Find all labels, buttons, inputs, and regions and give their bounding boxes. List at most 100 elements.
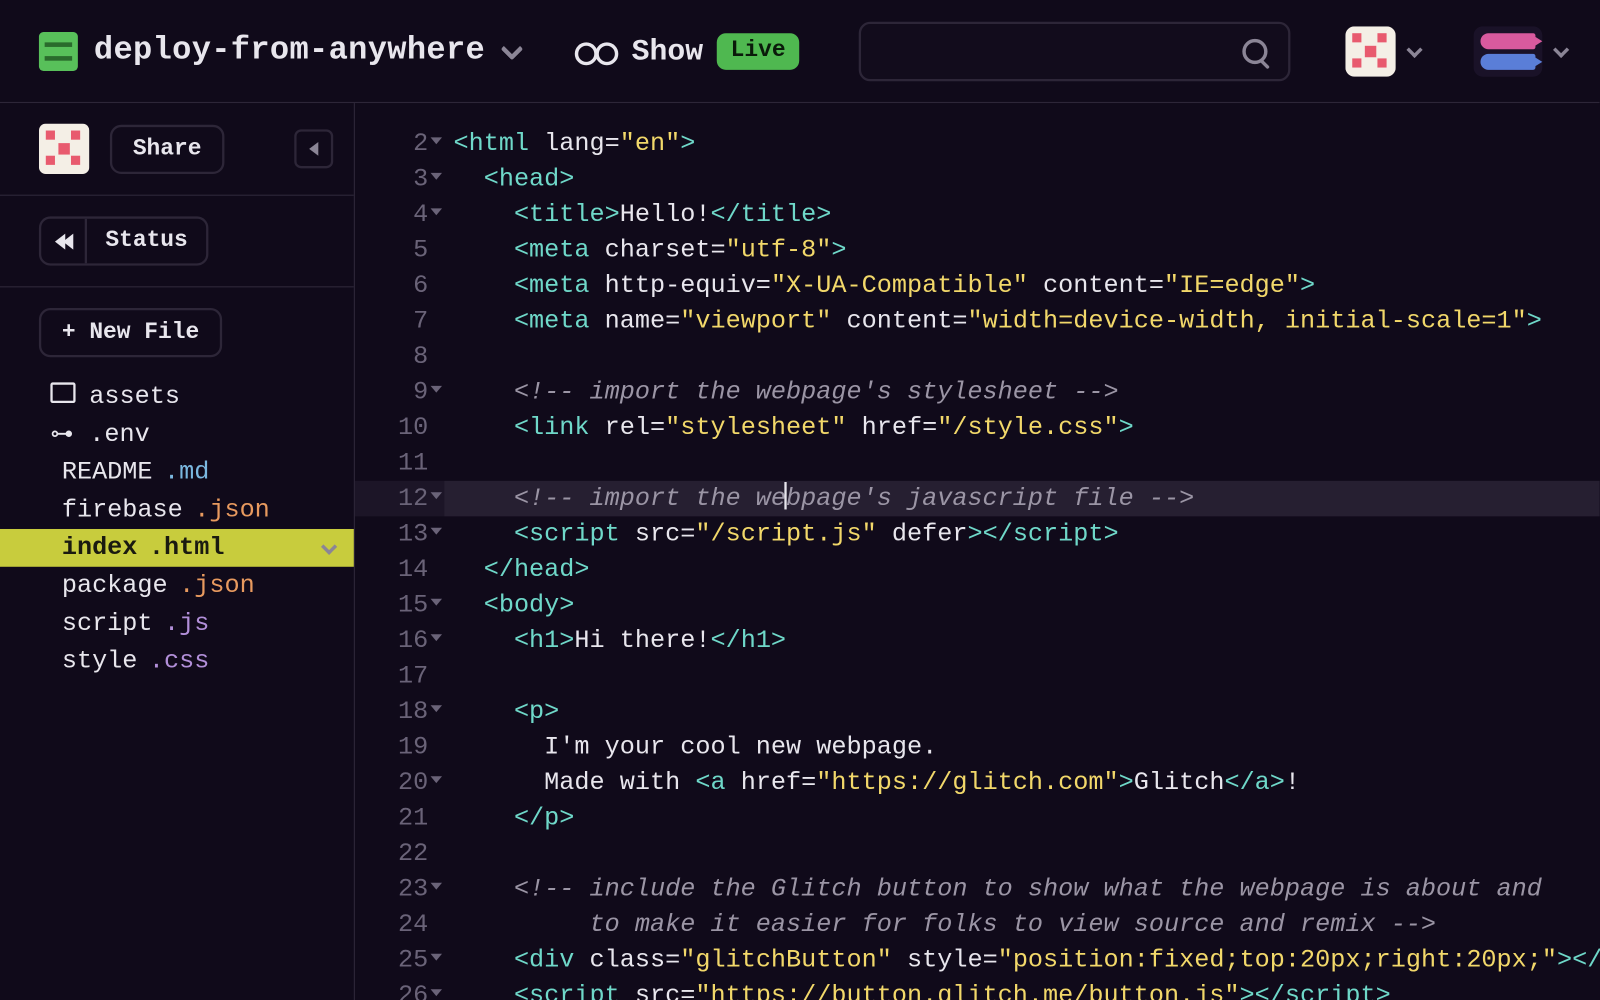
code-line[interactable]: 22 (355, 836, 1600, 871)
line-number: 12 (355, 481, 444, 516)
code-line[interactable]: 8 (355, 339, 1600, 374)
code-line[interactable]: 16 <h1>Hi there!</h1> (355, 623, 1600, 658)
code-line[interactable]: 15 <body> (355, 587, 1600, 622)
code-content[interactable]: <meta http-equiv="X-UA-Compatible" conte… (444, 268, 1600, 303)
rewind-button[interactable] (41, 219, 87, 264)
file-row[interactable]: package.json (0, 567, 354, 605)
line-number: 13 (355, 516, 444, 551)
fold-icon[interactable] (431, 528, 442, 535)
code-content[interactable]: <meta name="viewport" content="width=dev… (444, 303, 1600, 338)
code-scroll[interactable]: 2<html lang="en">3 <head>4 <title>Hello!… (355, 103, 1600, 1000)
collapse-sidebar-button[interactable] (294, 129, 333, 168)
code-line[interactable]: 18 <p> (355, 694, 1600, 729)
code-line[interactable]: 4 <title>Hello!</title> (355, 197, 1600, 232)
fold-icon[interactable] (431, 954, 442, 961)
project-menu[interactable]: deploy-from-anywhere (39, 31, 517, 70)
file-row[interactable]: firebase.json (0, 491, 354, 529)
code-content[interactable] (444, 339, 1600, 374)
fold-icon[interactable] (431, 386, 442, 393)
status-button[interactable]: Status (87, 219, 206, 264)
code-line[interactable]: 6 <meta http-equiv="X-UA-Compatible" con… (355, 268, 1600, 303)
token-s: "glitchButton" (680, 946, 892, 975)
file-row[interactable]: .env (0, 416, 354, 454)
file-row[interactable]: README.md (0, 453, 354, 491)
token-a: style= (892, 946, 998, 975)
code-content[interactable]: <div class="glitchButton" style="positio… (444, 942, 1600, 977)
code-line[interactable]: 13 <script src="/script.js" defer></scri… (355, 516, 1600, 551)
fold-icon[interactable] (431, 776, 442, 783)
code-content[interactable]: <head> (444, 161, 1600, 196)
token-a: href= (741, 768, 817, 797)
file-name: assets (89, 382, 180, 411)
search-box[interactable] (859, 21, 1291, 81)
code-editor[interactable]: 2<html lang="en">3 <head>4 <title>Hello!… (355, 103, 1600, 1000)
code-content[interactable]: <link rel="stylesheet" href="/style.css"… (444, 410, 1600, 445)
code-content[interactable]: </p> (444, 800, 1600, 835)
token-c: <!-- import the webpage's stylesheet --> (514, 378, 1119, 407)
file-row[interactable]: index.html (0, 529, 354, 567)
code-content[interactable]: <html lang="en"> (444, 126, 1600, 161)
code-content[interactable]: <p> (444, 694, 1600, 729)
code-line[interactable]: 3 <head> (355, 161, 1600, 196)
fold-icon[interactable] (431, 989, 442, 996)
code-line[interactable]: 20 Made with <a href="https://glitch.com… (355, 765, 1600, 800)
code-line[interactable]: 2<html lang="en"> (355, 126, 1600, 161)
code-line[interactable]: 23 <!-- include the Glitch button to sho… (355, 871, 1600, 906)
token-t: <body> (484, 591, 575, 620)
line-number: 4 (355, 197, 444, 232)
code-content[interactable]: <!-- include the Glitch button to show w… (444, 871, 1600, 906)
rewind-icon (55, 233, 71, 249)
code-line[interactable]: 24 to make it easier for folks to view s… (355, 907, 1600, 942)
token-t: </h1> (710, 626, 786, 655)
fold-icon[interactable] (431, 173, 442, 180)
show-menu[interactable]: Show Live (574, 33, 799, 70)
code-line[interactable]: 21 </p> (355, 800, 1600, 835)
code-content[interactable]: <h1>Hi there!</h1> (444, 623, 1600, 658)
code-content[interactable] (444, 836, 1600, 871)
fold-icon[interactable] (431, 599, 442, 606)
fold-icon[interactable] (431, 137, 442, 144)
share-button[interactable]: Share (110, 124, 225, 173)
token-t: </a> (1224, 768, 1284, 797)
fold-icon[interactable] (431, 705, 442, 712)
file-row[interactable]: style.css (0, 642, 354, 680)
code-line[interactable]: 14 </head> (355, 552, 1600, 587)
code-line[interactable]: 10 <link rel="stylesheet" href="/style.c… (355, 410, 1600, 445)
code-line[interactable]: 7 <meta name="viewport" content="width=d… (355, 303, 1600, 338)
code-line[interactable]: 17 (355, 658, 1600, 693)
fold-icon[interactable] (431, 883, 442, 890)
fold-icon[interactable] (431, 634, 442, 641)
code-content[interactable]: <!-- import the webpage's stylesheet --> (444, 374, 1600, 409)
fold-icon[interactable] (431, 492, 442, 499)
new-file-button[interactable]: + New File (39, 308, 222, 357)
code-content[interactable]: I'm your cool new webpage. (444, 729, 1600, 764)
user-menu[interactable] (1346, 26, 1419, 76)
token-t: <meta (514, 307, 605, 336)
team-menu[interactable] (1474, 26, 1566, 76)
code-content[interactable]: </head> (444, 552, 1600, 587)
code-content[interactable]: <title>Hello!</title> (444, 197, 1600, 232)
code-content[interactable]: <body> (444, 587, 1600, 622)
code-line[interactable]: 9 <!-- import the webpage's stylesheet -… (355, 374, 1600, 409)
code-line[interactable]: 12 <!-- import the webpage's javascript … (355, 481, 1600, 516)
file-ext: .html (149, 534, 225, 563)
code-line[interactable]: 11 (355, 445, 1600, 480)
search-input[interactable] (882, 37, 1243, 66)
code-line[interactable]: 5 <meta charset="utf-8"> (355, 232, 1600, 267)
code-content[interactable] (444, 445, 1600, 480)
file-row[interactable]: script.js (0, 605, 354, 643)
code-line[interactable]: 26 <script src="https://button.glitch.me… (355, 978, 1600, 1000)
code-line[interactable]: 25 <div class="glitchButton" style="posi… (355, 942, 1600, 977)
code-content[interactable]: <meta charset="utf-8"> (444, 232, 1600, 267)
token-s: "width=device-width, initial-scale=1" (967, 307, 1526, 336)
file-name: style (62, 647, 138, 676)
code-content[interactable]: <script src="/script.js" defer></script> (444, 516, 1600, 551)
code-content[interactable] (444, 658, 1600, 693)
fold-icon[interactable] (431, 208, 442, 215)
code-content[interactable]: <!-- import the webpage's javascript fil… (444, 481, 1600, 516)
code-content[interactable]: Made with <a href="https://glitch.com">G… (444, 765, 1600, 800)
code-content[interactable]: <script src="https://button.glitch.me/bu… (444, 978, 1600, 1000)
file-row[interactable]: assets (0, 378, 354, 416)
code-content[interactable]: to make it easier for folks to view sour… (444, 907, 1600, 942)
code-line[interactable]: 19 I'm your cool new webpage. (355, 729, 1600, 764)
